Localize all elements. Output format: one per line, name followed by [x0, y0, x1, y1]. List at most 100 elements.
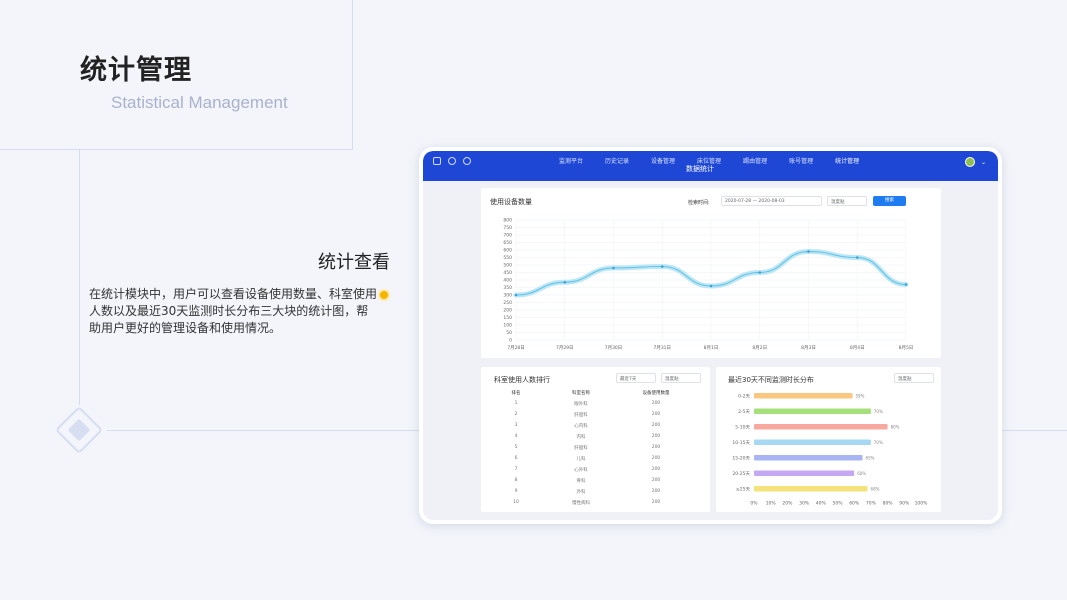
table-row: 5 肝胆科 200 [491, 445, 691, 451]
rank-cell: 4 [514, 434, 518, 439]
data-point [563, 280, 567, 284]
ranking-card: 科室使用人数排行 最近7天 温度贴 排名 科室名称 设备使用数量 1 眼外科 200… [481, 367, 710, 512]
ranking-device-select[interactable]: 温度贴 [661, 373, 701, 383]
usage-cell: 200 [651, 401, 661, 406]
rank-cell: 1 [514, 401, 518, 406]
device-type-value: 温度贴 [831, 200, 845, 205]
data-label: 60% [857, 471, 866, 476]
category-label: 5-10天 [735, 425, 750, 431]
divider-horizontal [107, 430, 419, 431]
department-cell: 外科 [576, 490, 586, 495]
x-tick-label: 30% [799, 501, 810, 507]
table-row: 6 儿科 200 [491, 456, 691, 462]
app-screen: 监测平台 历史记录 设备管理 床位管理 踢由管理 账号管理 统计管理 数据统计 … [423, 151, 998, 520]
category-label: 2-5天 [738, 409, 750, 415]
ranking-table-header: 排名 科室名称 设备使用数量 [491, 390, 691, 396]
x-tick-label: 40% [816, 501, 827, 507]
category-label: 0-2天 [738, 394, 750, 400]
table-row: 10 慢性病科 200 [491, 500, 691, 506]
divider-horizontal-right [1002, 430, 1067, 431]
distribution-device-select[interactable]: 温度贴 [894, 373, 934, 383]
header-rank: 排名 [511, 391, 521, 396]
table-row: 3 心内科 200 [491, 423, 691, 429]
y-tick-label: 500 [503, 263, 512, 269]
settings-icon[interactable] [463, 157, 471, 165]
usage-cell: 200 [651, 434, 661, 439]
tablet-mockup: 监测平台 历史记录 设备管理 床位管理 踢由管理 账号管理 统计管理 数据统计 … [419, 147, 1002, 524]
department-cell: 心内科 [574, 424, 588, 429]
data-point [709, 284, 713, 288]
usage-cell: 200 [651, 456, 661, 461]
category-label: 20-25天 [732, 471, 750, 477]
category-label: 10-15天 [732, 440, 750, 446]
usage-cell: 200 [651, 467, 661, 472]
usage-cell: 200 [651, 489, 661, 494]
bar [754, 424, 888, 430]
data-point [758, 271, 762, 274]
category-label: 15-20天 [732, 456, 750, 462]
x-tick-label: 60% [849, 501, 860, 507]
department-cell: 慢性病科 [572, 501, 590, 506]
nav-item-monitor[interactable]: 监测平台 [559, 156, 583, 165]
rank-cell: 6 [514, 456, 518, 461]
section-description: 在统计模块中，用户可以查看设备使用数量、科室使用人数以及最近30天监测时长分布三… [89, 287, 378, 335]
x-tick-label: 80% [883, 501, 894, 507]
usage-cell: 200 [651, 423, 661, 428]
search-time-label: 检索时间: [688, 200, 710, 206]
x-tick-label: 8月2日 [752, 345, 767, 351]
x-tick-label: 7月28日 [507, 345, 525, 351]
date-range-input[interactable]: 2020-07-28 — 2020-08-03 [721, 196, 822, 206]
nav-item-devices[interactable]: 设备管理 [651, 156, 675, 165]
fullscreen-icon[interactable] [433, 157, 441, 165]
bar [754, 393, 853, 399]
data-point [855, 256, 859, 259]
department-cell: 骨科 [576, 479, 586, 484]
avatar[interactable] [964, 157, 975, 167]
y-tick-label: 350 [503, 285, 512, 291]
rank-cell: 5 [514, 445, 518, 450]
nav-item-router[interactable]: 踢由管理 [743, 156, 767, 165]
data-point [612, 266, 615, 270]
nav-item-history[interactable]: 历史记录 [605, 156, 629, 165]
data-label: 70% [874, 440, 883, 445]
bullet-dot-icon [380, 291, 388, 299]
department-cell: 儿科 [576, 457, 586, 462]
period-select[interactable]: 最近7天 [616, 373, 656, 383]
data-point [660, 265, 664, 268]
bar [754, 455, 863, 461]
x-tick-label: 50% [832, 501, 843, 507]
eye-icon[interactable] [448, 157, 456, 165]
nav-user: ⌄ [964, 157, 986, 167]
department-cell: 肝胆科 [574, 413, 588, 418]
bar [754, 439, 871, 445]
ranking-card-title: 科室使用人数排行 [494, 376, 550, 384]
rank-cell: 10 [513, 500, 519, 505]
distribution-device-value: 温度贴 [898, 377, 912, 382]
y-tick-label: 100 [503, 323, 512, 329]
usage-cell: 200 [651, 500, 661, 505]
x-tick-label: 8月1日 [704, 345, 719, 351]
x-tick-label: 10% [766, 501, 777, 507]
category-label: ≥25天 [736, 487, 750, 493]
table-row: 4 内科 200 [491, 434, 691, 440]
page-subheader: 数据统计 [686, 165, 714, 173]
nav-item-accounts[interactable]: 账号管理 [789, 156, 813, 165]
department-cell: 眼外科 [574, 402, 588, 407]
rank-cell: 9 [514, 489, 518, 494]
header-band [423, 175, 998, 181]
table-row: 1 眼外科 200 [491, 401, 691, 407]
search-button[interactable]: 搜索 [873, 196, 906, 206]
device-type-select[interactable]: 温度贴 [827, 196, 867, 206]
chevron-down-icon[interactable]: ⌄ [981, 159, 986, 166]
bar [754, 486, 868, 492]
x-tick-label: 8月4日 [850, 345, 865, 351]
y-tick-label: 150 [503, 315, 512, 321]
department-cell: 肝胆科 [574, 446, 588, 451]
data-point [904, 283, 908, 286]
y-tick-label: 800 [503, 218, 512, 224]
y-tick-label: 200 [503, 308, 512, 314]
nav-item-statistics[interactable]: 统计管理 [835, 156, 859, 165]
rank-cell: 8 [514, 478, 518, 483]
y-tick-label: 450 [503, 270, 512, 276]
distribution-bar-chart: 0-2天 59% 2-5天 70% 5-10天 80% 10-15天 70% 15-20天 65%… [732, 393, 928, 507]
